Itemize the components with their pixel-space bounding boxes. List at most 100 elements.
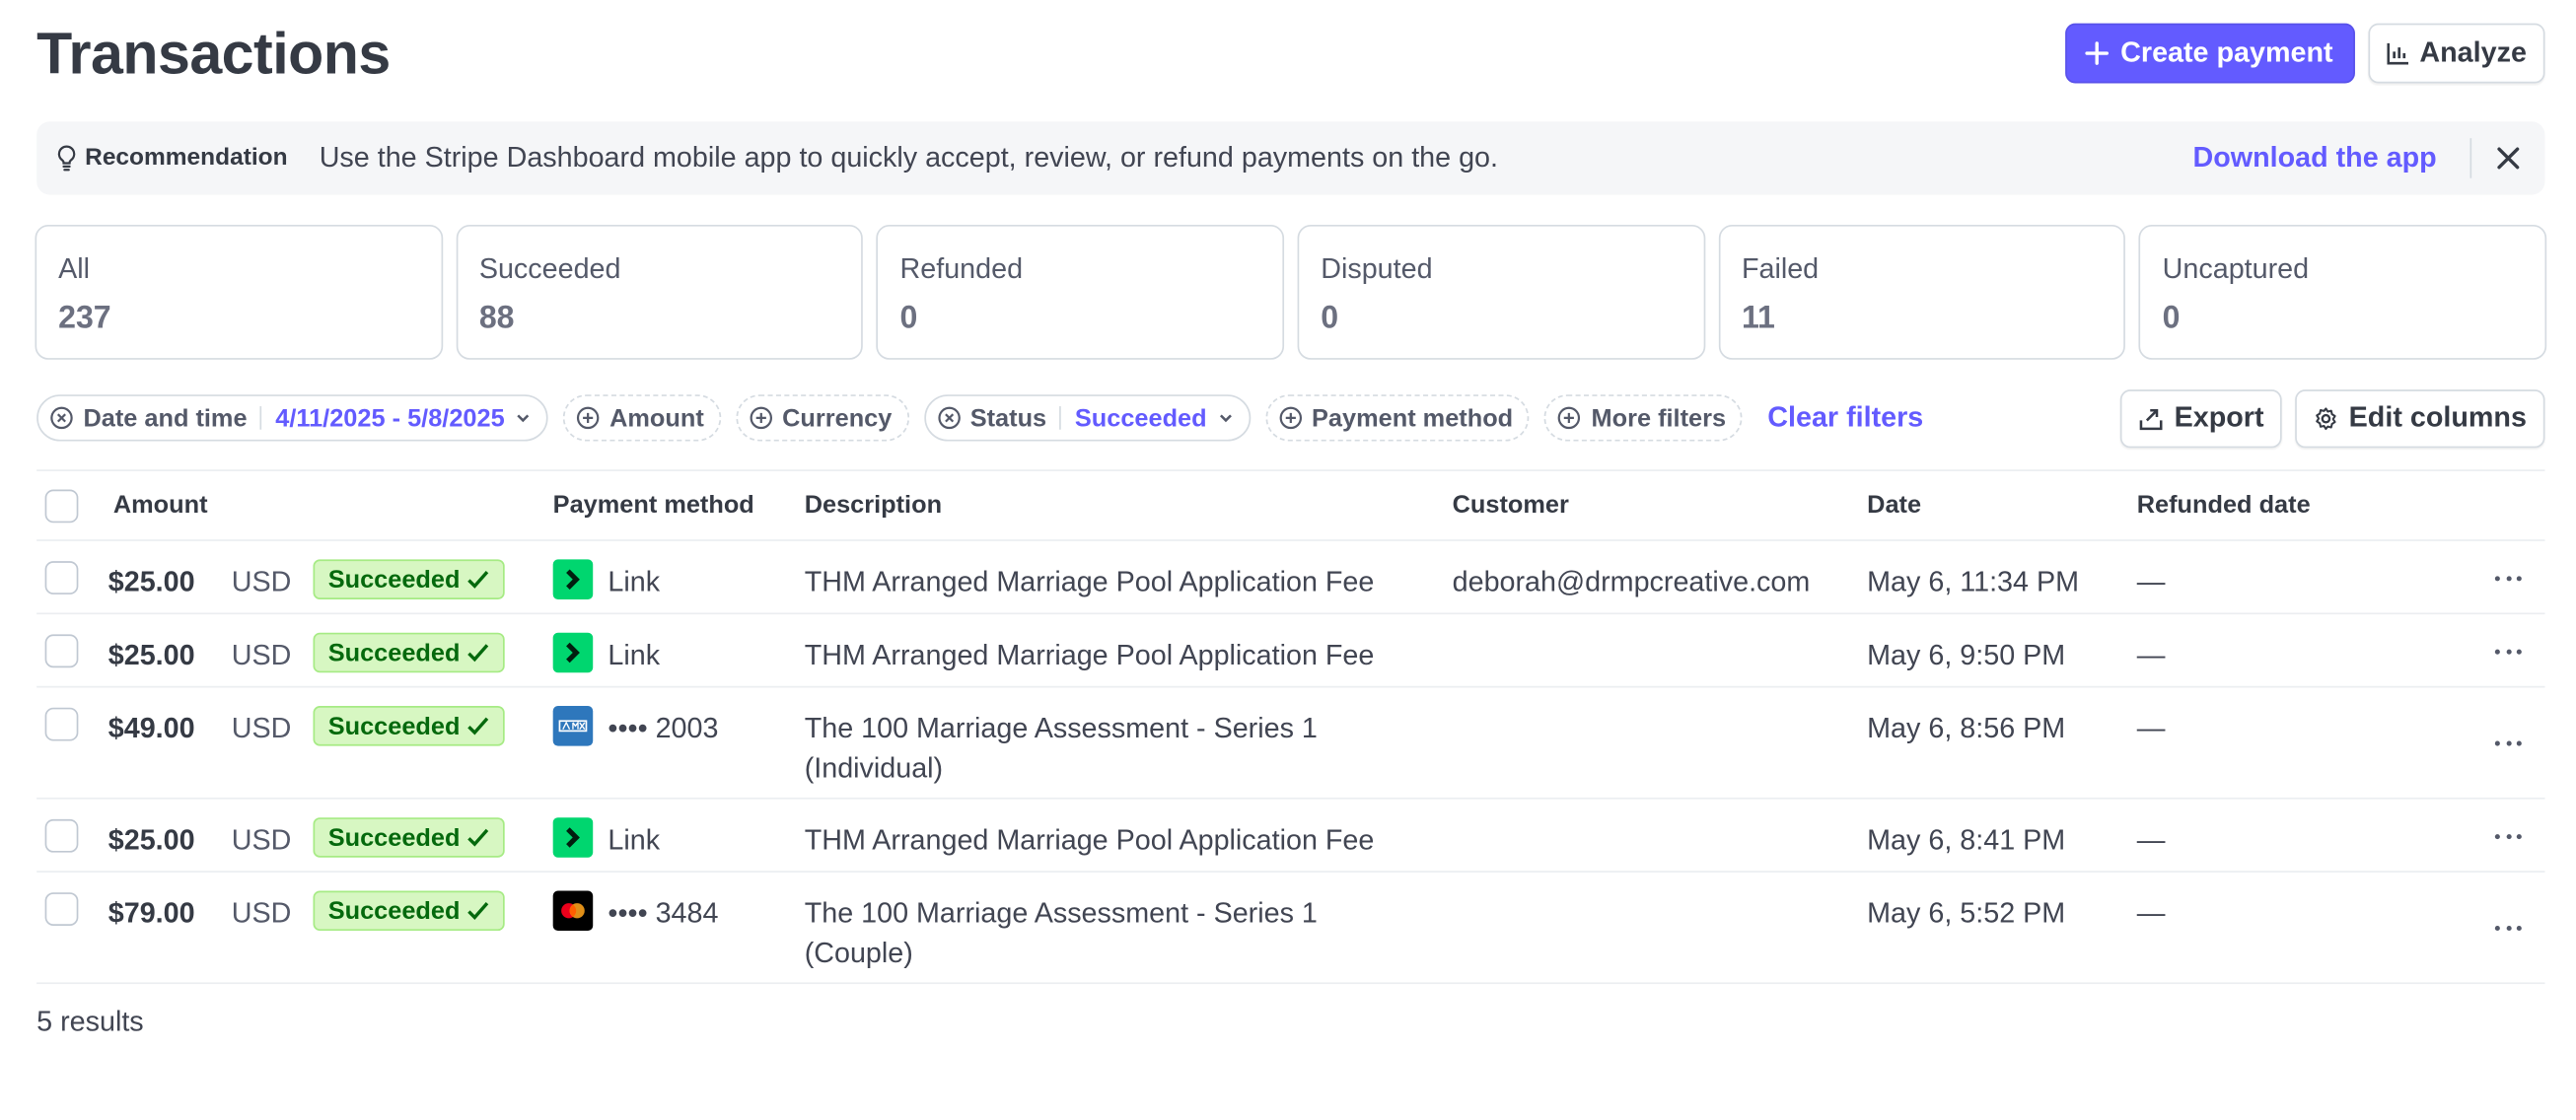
date-filter-chip[interactable]: Date and time 4/11/2025 - 5/8/2025: [36, 394, 548, 442]
analyze-button[interactable]: Analyze: [2368, 23, 2545, 84]
refunded-date: —: [2136, 823, 2166, 857]
status-card-all[interactable]: All 237: [35, 224, 443, 360]
payment-method: •••• 2003: [608, 712, 719, 744]
more-actions-icon[interactable]: [2494, 740, 2522, 748]
amount-filter-chip[interactable]: Amount: [562, 394, 721, 442]
payment-method: •••• 3484: [608, 897, 719, 930]
column-header-customer[interactable]: Customer: [1453, 491, 1569, 520]
amount: $49.00: [107, 712, 195, 744]
status-card-failed[interactable]: Failed 11: [1718, 224, 2126, 360]
export-label: Export: [2174, 401, 2264, 434]
checkmark-icon: [466, 716, 490, 735]
table-row[interactable]: $25.00 USD Succeeded Link THM Arranged M…: [36, 800, 2545, 873]
description: The 100 Marriage Assessment - Series 1 (…: [804, 897, 1318, 969]
status-card-label: Disputed: [1321, 252, 1433, 285]
row-checkbox[interactable]: [44, 561, 79, 595]
more-actions-icon[interactable]: [2494, 649, 2522, 657]
status-filter-value: Succeeded: [1074, 403, 1207, 433]
status-filter-chip[interactable]: Status Succeeded: [923, 394, 1251, 442]
currency: USD: [231, 566, 292, 598]
table-row[interactable]: $25.00 USD Succeeded Link THM Arranged M…: [36, 614, 2545, 688]
more-filters-label: More filters: [1591, 403, 1727, 433]
column-header-description[interactable]: Description: [805, 491, 942, 520]
status-badge-label: Succeeded: [327, 896, 461, 926]
date: May 6, 11:34 PM: [1867, 566, 2080, 598]
description: THM Arranged Marriage Pool Application F…: [804, 639, 1375, 671]
table-row[interactable]: $49.00 USD Succeeded •••• 2003 The 100 M…: [36, 687, 2545, 800]
link-icon: [552, 559, 594, 599]
more-actions-icon[interactable]: [2494, 925, 2522, 933]
payment-method: Link: [608, 566, 661, 598]
status-card-count: 0: [1321, 301, 1339, 337]
divider: [260, 406, 262, 430]
link-icon: [552, 817, 594, 858]
date-filter-value: 4/11/2025 - 5/8/2025: [275, 403, 505, 433]
status-cards: All 237 Succeeded 88 Refunded 0 Disputed…: [35, 224, 2547, 360]
status-badge-label: Succeeded: [327, 823, 461, 852]
clear-filters-link[interactable]: Clear filters: [1767, 401, 1923, 435]
divider: [2469, 138, 2472, 178]
currency-filter-chip[interactable]: Currency: [735, 394, 909, 442]
results-count: 5 results: [36, 1006, 144, 1038]
select-all-checkbox[interactable]: [44, 489, 79, 524]
filter-bar: Date and time 4/11/2025 - 5/8/2025 Amoun…: [36, 388, 2545, 448]
column-header-date[interactable]: Date: [1867, 491, 1921, 520]
row-checkbox[interactable]: [44, 707, 79, 741]
column-header-payment-method[interactable]: Payment method: [553, 491, 754, 520]
add-circle-icon: [1558, 406, 1582, 430]
description: THM Arranged Marriage Pool Application F…: [804, 823, 1375, 857]
more-filters-chip[interactable]: More filters: [1544, 394, 1743, 442]
table-row[interactable]: $25.00 USD Succeeded Link THM Arranged M…: [36, 541, 2545, 615]
create-payment-button[interactable]: Create payment: [2065, 23, 2355, 84]
status-card-succeeded[interactable]: Succeeded 88: [456, 224, 864, 360]
status-card-uncaptured[interactable]: Uncaptured 0: [2139, 224, 2547, 360]
create-payment-label: Create payment: [2120, 36, 2333, 69]
remove-circle-icon[interactable]: [937, 406, 961, 430]
status-badge-label: Succeeded: [327, 711, 461, 740]
remove-circle-icon[interactable]: [50, 406, 74, 430]
divider: [1059, 406, 1062, 430]
chevron-down-icon: [1217, 409, 1234, 426]
customer[interactable]: deborah@drmpcreative.com: [1453, 563, 1811, 603]
page-title: Transactions: [36, 21, 391, 87]
payment-method-filter-chip[interactable]: Payment method: [1264, 394, 1531, 442]
currency: USD: [231, 712, 292, 744]
status-card-label: Refunded: [899, 252, 1024, 285]
date-filter-label: Date and time: [83, 403, 248, 433]
download-app-link[interactable]: Download the app: [2192, 142, 2436, 175]
export-button[interactable]: Export: [2120, 388, 2283, 448]
payment-method: Link: [608, 639, 661, 671]
row-checkbox[interactable]: [44, 818, 79, 853]
add-circle-icon: [749, 406, 772, 430]
table-row[interactable]: $79.00 USD Succeeded •••• 3484 The 100 M…: [36, 873, 2545, 985]
edit-columns-button[interactable]: Edit columns: [2295, 388, 2545, 448]
payment-method-filter-label: Payment method: [1312, 403, 1514, 433]
close-icon[interactable]: [2491, 142, 2525, 175]
row-checkbox[interactable]: [44, 634, 79, 668]
payment-method: Link: [608, 823, 661, 857]
analyze-label: Analyze: [2419, 36, 2527, 69]
status-filter-label: Status: [969, 403, 1047, 433]
page-header: Transactions Create payment Analyze: [36, 21, 2545, 87]
recommendation-text: Use the Stripe Dashboard mobile app to q…: [319, 141, 1499, 174]
amount-filter-label: Amount: [609, 403, 704, 433]
checkmark-icon: [466, 901, 490, 921]
status-card-refunded[interactable]: Refunded 0: [876, 224, 1285, 360]
link-icon: [552, 632, 594, 673]
currency: USD: [231, 639, 292, 671]
transactions-table: Amount Payment method Description Custom…: [36, 469, 2545, 985]
column-header-amount[interactable]: Amount: [113, 491, 208, 520]
status-card-count: 0: [2162, 301, 2181, 337]
description: THM Arranged Marriage Pool Application F…: [804, 566, 1375, 598]
row-checkbox[interactable]: [44, 892, 79, 926]
currency: USD: [231, 823, 292, 857]
gear-icon: [2314, 405, 2338, 430]
more-actions-icon[interactable]: [2494, 834, 2522, 841]
checkmark-icon: [466, 827, 490, 847]
status-card-disputed[interactable]: Disputed 0: [1297, 224, 1705, 360]
more-actions-icon[interactable]: [2494, 576, 2522, 583]
edit-columns-label: Edit columns: [2348, 401, 2527, 434]
column-header-refunded-date[interactable]: Refunded date: [2137, 491, 2311, 520]
status-badge: Succeeded: [313, 706, 505, 746]
status-card-count: 237: [58, 301, 111, 337]
